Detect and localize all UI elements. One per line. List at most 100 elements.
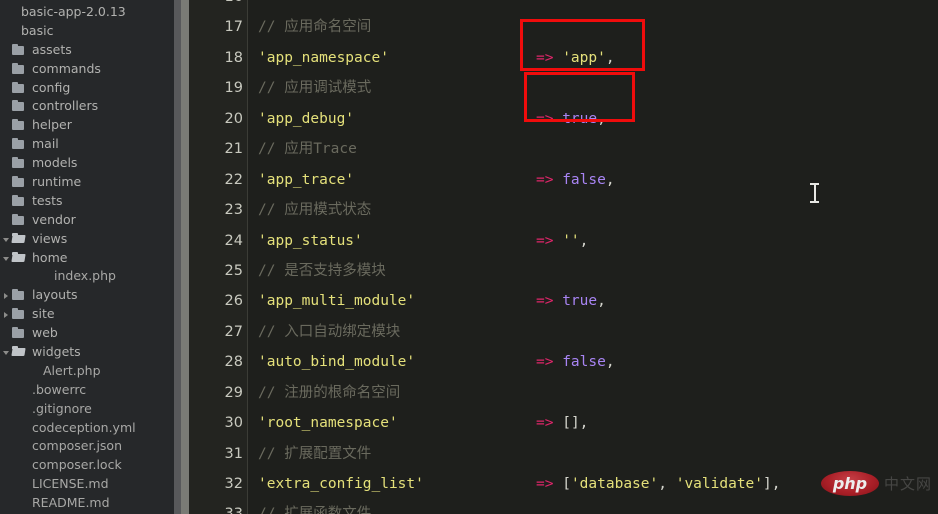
tree-item-label: runtime	[32, 173, 81, 192]
code-line[interactable]: 28'auto_bind_module'=> false,	[181, 347, 938, 377]
folder-icon	[12, 325, 27, 343]
code-line[interactable]: 33// 扩展函数文件	[181, 499, 938, 514]
tree-item-runtime[interactable]: runtime	[0, 173, 181, 192]
code-line-value: => 'app',	[536, 43, 615, 73]
tree-item-vendor[interactable]: vendor	[0, 211, 181, 230]
tree-item-label: index.php	[54, 267, 116, 286]
code-line-key: 'auto_bind_module'	[258, 347, 415, 377]
code-line-key: 'extra_config_list'	[258, 469, 424, 499]
tree-item-label: .bowerrc	[32, 381, 86, 400]
tree-item-site[interactable]: site	[0, 305, 181, 324]
tree-item-basic-app-2-0-13[interactable]: basic-app-2.0.13	[0, 3, 181, 22]
code-line-key: // 应用命名空间	[258, 12, 371, 42]
tree-item-mail[interactable]: mail	[0, 135, 181, 154]
tree-spacer	[1, 325, 12, 343]
tree-item-bowerrc[interactable]: .bowerrc	[0, 381, 181, 400]
tree-spacer	[1, 98, 12, 116]
code-editor-pane[interactable]: 1617 // 应用命名空间18'app_namespace'=> 'app',1…	[181, 0, 938, 514]
code-line[interactable]: 32'extra_config_list'=> ['database', 'va…	[181, 469, 938, 499]
code-line[interactable]: 21 // 应用Trace	[181, 134, 938, 164]
tree-item-models[interactable]: models	[0, 154, 181, 173]
line-number: 21	[181, 134, 243, 164]
tree-item-readme-md[interactable]: README.md	[0, 494, 181, 513]
code-line[interactable]: 19// 应用调试模式	[181, 73, 938, 103]
file-tree-list: basic-app-2.0.13basicassetscommandsconfi…	[0, 3, 181, 513]
line-number: 25	[181, 256, 243, 286]
code-line[interactable]: 16	[181, 0, 938, 12]
code-line[interactable]: 29// 注册的根命名空间	[181, 378, 938, 408]
tree-item-widgets[interactable]: widgets	[0, 343, 181, 362]
code-line[interactable]: 30'root_namespace'=> [],	[181, 408, 938, 438]
tree-item-label: assets	[32, 41, 72, 60]
folder-icon	[12, 60, 27, 78]
tree-item-layouts[interactable]: layouts	[0, 286, 181, 305]
tree-item-label: codeception.yml	[32, 419, 136, 438]
tree-item-assets[interactable]: assets	[0, 41, 181, 60]
code-editor-window: basic-app-2.0.13basicassetscommandsconfi…	[0, 0, 938, 514]
tree-item-gitignore[interactable]: .gitignore	[0, 400, 181, 419]
tree-item-label: controllers	[32, 97, 98, 116]
code-line-key: // 应用调试模式	[258, 73, 371, 103]
sidebar-scrollbar-thumb[interactable]	[174, 0, 181, 514]
file-icon	[23, 362, 38, 380]
tree-item-composer-json[interactable]: composer.json	[0, 437, 181, 456]
tree-spacer	[1, 211, 12, 229]
code-line[interactable]: 25// 是否支持多模块	[181, 256, 938, 286]
tree-item-composer-lock[interactable]: composer.lock	[0, 456, 181, 475]
file-icon	[1, 3, 16, 21]
code-line[interactable]: 23// 应用模式状态	[181, 195, 938, 225]
code-line[interactable]: 27// 入口自动绑定模块	[181, 317, 938, 347]
chevron-down-icon[interactable]	[1, 230, 12, 248]
code-line-key: // 应用Trace	[258, 134, 357, 164]
line-number: 33	[181, 499, 243, 514]
line-number: 17	[181, 12, 243, 42]
project-file-tree[interactable]: basic-app-2.0.13basicassetscommandsconfi…	[0, 0, 181, 514]
tree-item-label: .gitignore	[32, 400, 92, 419]
tree-item-label: composer.lock	[32, 456, 122, 475]
tree-item-index-php[interactable]: index.php	[0, 267, 181, 286]
file-icon	[12, 476, 27, 494]
tree-item-views[interactable]: views	[0, 230, 181, 249]
tree-item-commands[interactable]: commands	[0, 60, 181, 79]
code-line[interactable]: 18'app_namespace'=> 'app',	[181, 43, 938, 73]
code-line[interactable]: 26'app_multi_module'=> true,	[181, 286, 938, 316]
tree-item-controllers[interactable]: controllers	[0, 97, 181, 116]
tree-item-codeception-yml[interactable]: codeception.yml	[0, 419, 181, 438]
tree-item-label: widgets	[32, 343, 81, 362]
tree-spacer	[1, 192, 12, 210]
code-line[interactable]: 31// 扩展配置文件	[181, 439, 938, 469]
tree-item-basic[interactable]: basic	[0, 22, 181, 41]
code-line[interactable]: 22'app_trace'=> false,	[181, 165, 938, 195]
tree-spacer	[23, 268, 34, 286]
code-line-key: // 应用模式状态	[258, 195, 371, 225]
code-line-key: // 注册的根命名空间	[258, 378, 400, 408]
code-line[interactable]: 24'app_status'=> '',	[181, 226, 938, 256]
tree-spacer	[1, 419, 12, 437]
sidebar-scrollbar-track[interactable]	[174, 0, 181, 514]
tree-item-helper[interactable]: helper	[0, 116, 181, 135]
tree-spacer	[1, 155, 12, 173]
tree-item-license-md[interactable]: LICENSE.md	[0, 475, 181, 494]
folder-icon	[12, 287, 27, 305]
code-line-value: => false,	[536, 347, 615, 377]
chevron-down-icon[interactable]	[1, 343, 12, 361]
tree-item-alert-php[interactable]: Alert.php	[0, 362, 181, 381]
tree-item-label: Alert.php	[43, 362, 101, 381]
chevron-right-icon[interactable]	[1, 306, 12, 324]
code-line[interactable]: 20'app_debug'=> true,	[181, 104, 938, 134]
code-lines[interactable]: 1617 // 应用命名空间18'app_namespace'=> 'app',1…	[181, 0, 938, 496]
tree-item-label: basic	[21, 22, 53, 41]
folder-icon	[12, 306, 27, 324]
tree-spacer	[1, 457, 12, 475]
tree-item-web[interactable]: web	[0, 324, 181, 343]
tree-spacer	[1, 136, 12, 154]
tree-item-home[interactable]: home	[0, 249, 181, 268]
tree-item-label: tests	[32, 192, 63, 211]
tree-item-config[interactable]: config	[0, 79, 181, 98]
code-line-key: // 入口自动绑定模块	[258, 317, 400, 347]
chevron-right-icon[interactable]	[1, 287, 12, 305]
code-line[interactable]: 17 // 应用命名空间	[181, 12, 938, 42]
tree-item-tests[interactable]: tests	[0, 192, 181, 211]
chevron-down-icon[interactable]	[1, 249, 12, 267]
tree-item-label: home	[32, 249, 67, 268]
